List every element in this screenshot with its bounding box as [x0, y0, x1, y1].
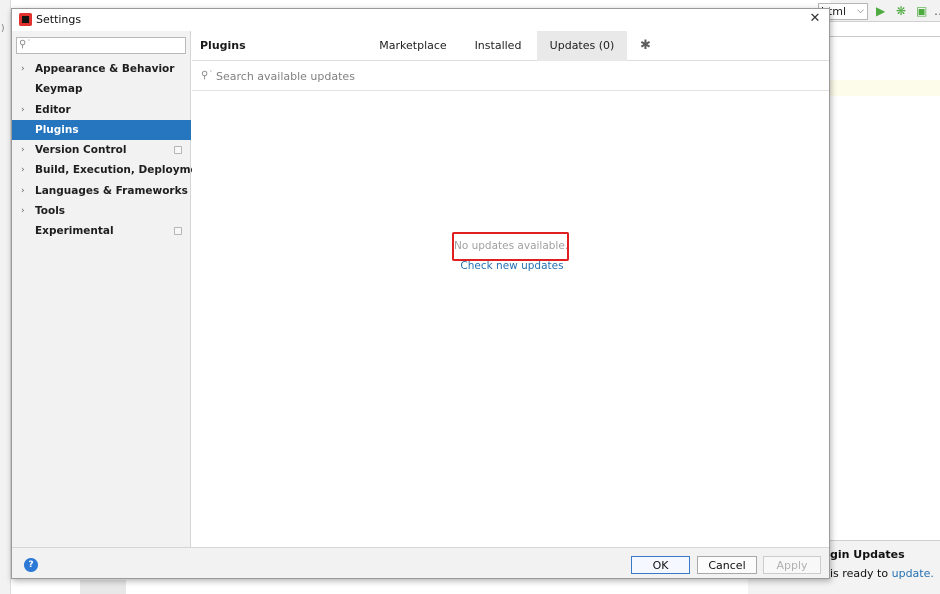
ok-button[interactable]: OK	[631, 556, 690, 574]
sidebar-item-label: Version Control	[35, 140, 126, 160]
dialog-title: Settings	[36, 13, 81, 26]
tab-updates[interactable]: Updates (0)	[537, 31, 627, 61]
project-scope-icon	[174, 227, 182, 235]
plugins-panel: Plugins Marketplace Installed Updates (0…	[192, 31, 829, 547]
sidebar-item-label: Build, Execution, Deployment	[35, 160, 210, 180]
ide-tab-divider	[830, 36, 940, 37]
ide-gutter-mark: )	[1, 24, 5, 34]
notification-title: gin Updates	[830, 548, 905, 561]
sidebar-item-version-control[interactable]: › Version Control	[12, 140, 191, 160]
apply-button[interactable]: Apply	[763, 556, 821, 574]
sidebar-item-label: Experimental	[35, 221, 114, 241]
sidebar-item-label: Appearance & Behavior	[35, 59, 174, 79]
sidebar-item-keymap[interactable]: Keymap	[12, 79, 191, 99]
settings-sidebar: ⚲˙ › Appearance & BehaviorKeymap › EditorPl…	[12, 31, 191, 547]
chevron-down-icon: ⌵	[857, 4, 864, 19]
ide-current-line-highlight	[830, 80, 940, 96]
sidebar-item-editor[interactable]: › Editor	[12, 100, 191, 120]
tab-installed[interactable]: Installed	[473, 31, 523, 61]
chevron-right-icon[interactable]: ›	[21, 181, 25, 201]
plugins-tabbar: Plugins Marketplace Installed Updates (0…	[192, 31, 829, 61]
notification-text-prefix: is ready to	[830, 567, 892, 580]
close-icon[interactable]: ✕	[807, 11, 823, 27]
search-icon: ⚲˙	[201, 70, 213, 81]
toolbar-more-icon[interactable]: …	[934, 4, 940, 18]
notification-text: is ready to update.	[830, 567, 934, 580]
sidebar-item-label: Plugins	[35, 120, 79, 140]
sidebar-item-build-execution-deployment[interactable]: ›Build, Execution, Deployment	[12, 160, 191, 180]
settings-search-box[interactable]: ⚲˙	[16, 37, 186, 54]
ide-bottom-tab	[80, 580, 126, 594]
sidebar-item-languages-frameworks[interactable]: › Languages & Frameworks	[12, 181, 191, 201]
chevron-right-icon[interactable]: ›	[21, 201, 25, 221]
cancel-button[interactable]: Cancel	[697, 556, 757, 574]
dialog-titlebar: Settings ✕	[12, 9, 829, 31]
gear-icon[interactable]: ✱	[640, 38, 651, 53]
intellij-logo-icon	[19, 13, 32, 26]
sidebar-item-label: Editor	[35, 100, 71, 120]
chevron-right-icon[interactable]: ›	[21, 140, 25, 160]
sidebar-item-appearance-behavior[interactable]: › Appearance & Behavior	[12, 59, 191, 79]
sidebar-item-tools[interactable]: › Tools	[12, 201, 191, 221]
sidebar-item-label: Keymap	[35, 79, 82, 99]
no-updates-message: No updates available.	[452, 232, 569, 261]
page-title: Plugins	[200, 39, 246, 52]
notification-update-link[interactable]: update.	[892, 567, 934, 580]
settings-search-input[interactable]	[33, 38, 183, 53]
check-new-updates-link[interactable]: Check new updates	[412, 260, 612, 272]
sidebar-item-experimental[interactable]: Experimental	[12, 221, 191, 241]
sidebar-item-plugins[interactable]: Plugins	[12, 120, 191, 140]
tab-marketplace[interactable]: Marketplace	[378, 31, 448, 61]
settings-tree: › Appearance & BehaviorKeymap › EditorPlugi…	[12, 59, 191, 242]
project-scope-icon	[174, 146, 182, 154]
debug-icon[interactable]: ❋	[896, 4, 906, 18]
sidebar-item-label: Tools	[35, 201, 65, 221]
search-icon: ⚲˙	[19, 39, 31, 50]
chevron-right-icon[interactable]: ›	[21, 160, 25, 180]
help-icon[interactable]: ?	[24, 558, 38, 572]
updates-search-input[interactable]	[216, 68, 616, 84]
run-icon[interactable]: ▶	[876, 4, 885, 18]
dialog-footer: ? OK Cancel Apply	[12, 547, 829, 578]
ide-left-strip: )	[0, 0, 11, 594]
sidebar-item-label: Languages & Frameworks	[35, 181, 188, 201]
chevron-right-icon[interactable]: ›	[21, 100, 25, 120]
chevron-right-icon[interactable]: ›	[21, 59, 25, 79]
settings-dialog: Settings ✕ ⚲˙ › Appearance & BehaviorKeym…	[11, 8, 830, 579]
coverage-icon[interactable]: ▣	[916, 4, 927, 18]
updates-search-bar: ⚲˙	[192, 62, 829, 91]
